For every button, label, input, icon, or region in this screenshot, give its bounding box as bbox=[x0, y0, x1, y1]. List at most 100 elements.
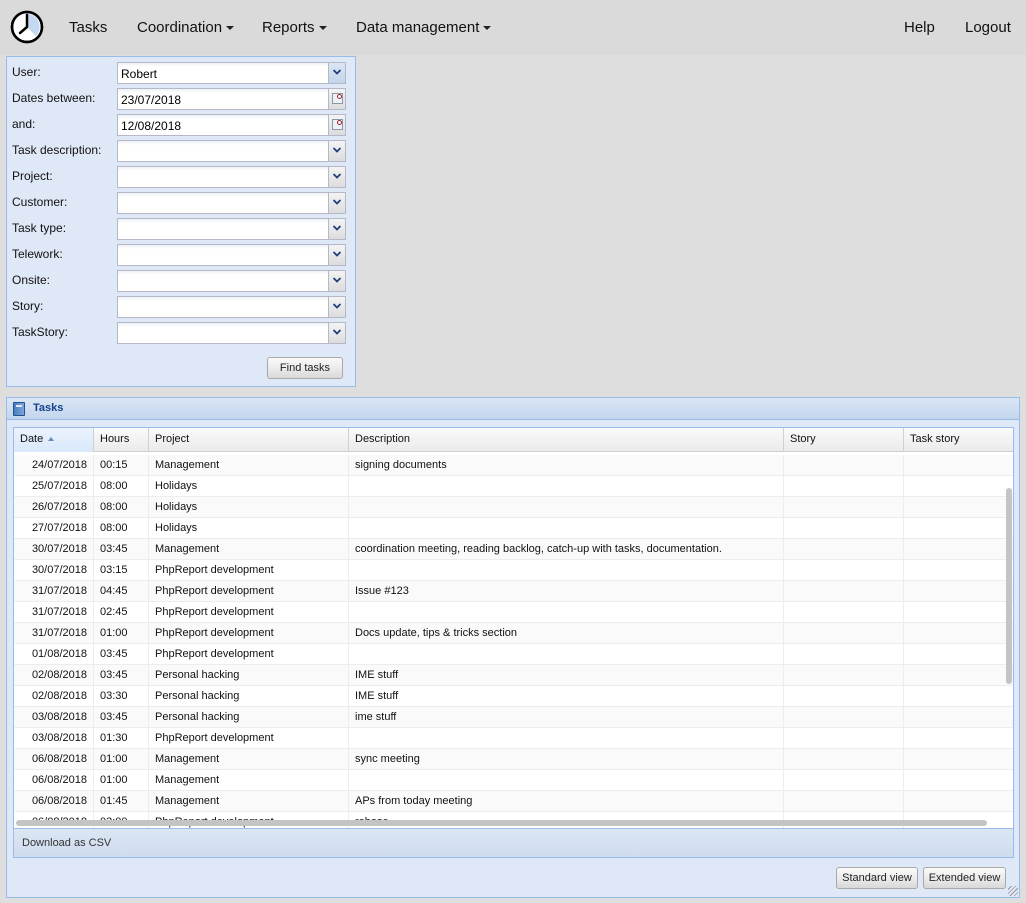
customer-combo[interactable] bbox=[117, 192, 346, 214]
cell-description bbox=[349, 770, 784, 790]
cell-project: Management bbox=[149, 791, 349, 811]
cell-project: Management bbox=[149, 455, 349, 475]
onsite-label: Onsite: bbox=[12, 273, 51, 287]
task-description-row: Task description: bbox=[7, 140, 355, 162]
top-navigation: Tasks Coordination Reports Data manageme… bbox=[0, 0, 1026, 55]
cell-hours: 03:45 bbox=[94, 707, 149, 727]
cell-story bbox=[784, 602, 904, 622]
table-row[interactable]: 30/07/2018 03:15 PhpReport development bbox=[14, 560, 1013, 581]
taskstory-combo[interactable] bbox=[117, 322, 346, 344]
cell-description: APs from today meeting bbox=[349, 791, 784, 811]
cell-task-story bbox=[904, 560, 1013, 580]
table-row[interactable]: 31/07/2018 01:00 PhpReport development Docs… bbox=[14, 623, 1013, 644]
nav-coordination[interactable]: Coordination bbox=[137, 19, 235, 36]
table-row[interactable]: 24/07/2018 00:15 Management signing documen… bbox=[14, 455, 1013, 476]
cell-task-story bbox=[904, 581, 1013, 601]
nav-data-management[interactable]: Data management bbox=[356, 19, 492, 36]
table-row[interactable]: 25/07/2018 08:00 Holidays bbox=[14, 476, 1013, 497]
table-row[interactable]: 30/07/2018 03:45 Management coordination me… bbox=[14, 539, 1013, 560]
cell-project: Management bbox=[149, 749, 349, 769]
task-type-dropdown-button[interactable] bbox=[328, 219, 345, 239]
customer-dropdown-button[interactable] bbox=[328, 193, 345, 213]
cell-description: signing documents bbox=[349, 455, 784, 475]
cell-description: IME stuff bbox=[349, 686, 784, 706]
download-csv-link[interactable]: Download as CSV bbox=[22, 837, 111, 849]
cell-story bbox=[784, 455, 904, 475]
column-header-project[interactable]: Project bbox=[149, 428, 349, 452]
column-header-task-story[interactable]: Task story bbox=[904, 428, 1013, 452]
extended-view-button[interactable]: Extended view bbox=[923, 867, 1006, 889]
table-row[interactable]: 06/08/2018 01:00 Management bbox=[14, 770, 1013, 791]
story-label: Story: bbox=[12, 299, 44, 313]
horizontal-scrollbar[interactable] bbox=[16, 820, 987, 826]
table-row[interactable]: 03/08/2018 03:45 Personal hacking ime stuff bbox=[14, 707, 1013, 728]
tasks-panel: Tasks Date Hours Project Description Sto… bbox=[6, 397, 1020, 898]
cell-date: 30/07/2018 bbox=[14, 539, 94, 559]
table-row[interactable]: 31/07/2018 04:45 PhpReport development Issu… bbox=[14, 581, 1013, 602]
date-from-label: Dates between: bbox=[12, 91, 96, 105]
story-combo[interactable] bbox=[117, 296, 346, 318]
cell-story bbox=[784, 749, 904, 769]
table-row[interactable]: 06/08/2018 01:45 Management APs from today … bbox=[14, 791, 1013, 812]
task-type-combo[interactable] bbox=[117, 218, 346, 240]
customer-row: Customer: bbox=[7, 192, 355, 214]
cell-date: 02/08/2018 bbox=[14, 665, 94, 685]
cell-hours: 08:00 bbox=[94, 518, 149, 538]
date-from-field[interactable]: 23/07/2018 bbox=[117, 88, 346, 110]
cell-hours: 01:30 bbox=[94, 728, 149, 748]
column-header-story[interactable]: Story bbox=[784, 428, 904, 452]
calendar-icon bbox=[332, 93, 343, 104]
table-row[interactable]: 02/08/2018 03:30 Personal hacking IME stuff bbox=[14, 686, 1013, 707]
project-combo[interactable] bbox=[117, 166, 346, 188]
tasks-panel-header: Tasks bbox=[7, 398, 1019, 420]
standard-view-button[interactable]: Standard view bbox=[836, 867, 918, 889]
table-row[interactable]: 06/08/2018 01:00 Management sync meeting bbox=[14, 749, 1013, 770]
cell-task-story bbox=[904, 644, 1013, 664]
resize-handle[interactable] bbox=[1008, 886, 1018, 896]
cell-date: 31/07/2018 bbox=[14, 581, 94, 601]
task-type-row: Task type: bbox=[7, 218, 355, 240]
clock-icon[interactable] bbox=[10, 10, 44, 44]
find-tasks-button[interactable]: Find tasks bbox=[267, 357, 343, 379]
telework-dropdown-button[interactable] bbox=[328, 245, 345, 265]
story-dropdown-button[interactable] bbox=[328, 297, 345, 317]
telework-combo[interactable] bbox=[117, 244, 346, 266]
onsite-combo[interactable] bbox=[117, 270, 346, 292]
task-description-combo[interactable] bbox=[117, 140, 346, 162]
task-type-label: Task type: bbox=[12, 221, 67, 235]
onsite-dropdown-button[interactable] bbox=[328, 271, 345, 291]
user-combo[interactable]: Robert bbox=[117, 62, 346, 84]
column-header-date[interactable]: Date bbox=[14, 428, 94, 452]
taskstory-dropdown-button[interactable] bbox=[328, 323, 345, 343]
date-to-field[interactable]: 12/08/2018 bbox=[117, 114, 346, 136]
user-dropdown-button[interactable] bbox=[328, 63, 345, 83]
cell-project: PhpReport development bbox=[149, 602, 349, 622]
date-from-picker-button[interactable] bbox=[328, 89, 345, 109]
story-row: Story: bbox=[7, 296, 355, 318]
cell-story bbox=[784, 707, 904, 727]
nav-help[interactable]: Help bbox=[904, 19, 935, 36]
column-header-description[interactable]: Description bbox=[349, 428, 784, 452]
grid-header: Date Hours Project Description Story Tas… bbox=[14, 428, 1013, 452]
chevron-down-icon bbox=[333, 173, 341, 179]
cell-project: Personal hacking bbox=[149, 665, 349, 685]
vertical-scrollbar[interactable] bbox=[1006, 488, 1012, 684]
table-row[interactable]: 27/07/2018 08:00 Holidays bbox=[14, 518, 1013, 539]
table-row[interactable]: 01/08/2018 03:45 PhpReport development bbox=[14, 644, 1013, 665]
table-row[interactable]: 31/07/2018 02:45 PhpReport development bbox=[14, 602, 1013, 623]
table-row[interactable]: 02/08/2018 03:45 Personal hacking IME stuff bbox=[14, 665, 1013, 686]
caret-down-icon bbox=[318, 26, 327, 31]
project-dropdown-button[interactable] bbox=[328, 167, 345, 187]
cell-task-story bbox=[904, 728, 1013, 748]
nav-tasks[interactable]: Tasks bbox=[69, 19, 107, 36]
nav-reports[interactable]: Reports bbox=[262, 19, 327, 36]
task-description-dropdown-button[interactable] bbox=[328, 141, 345, 161]
table-row[interactable]: 26/07/2018 08:00 Holidays bbox=[14, 497, 1013, 518]
table-row[interactable]: 03/08/2018 01:30 PhpReport development bbox=[14, 728, 1013, 749]
nav-logout[interactable]: Logout bbox=[965, 19, 1011, 36]
cell-project: Holidays bbox=[149, 476, 349, 496]
date-to-picker-button[interactable] bbox=[328, 115, 345, 135]
cell-project: PhpReport development bbox=[149, 728, 349, 748]
column-header-hours[interactable]: Hours bbox=[94, 428, 149, 452]
cell-task-story bbox=[904, 707, 1013, 727]
